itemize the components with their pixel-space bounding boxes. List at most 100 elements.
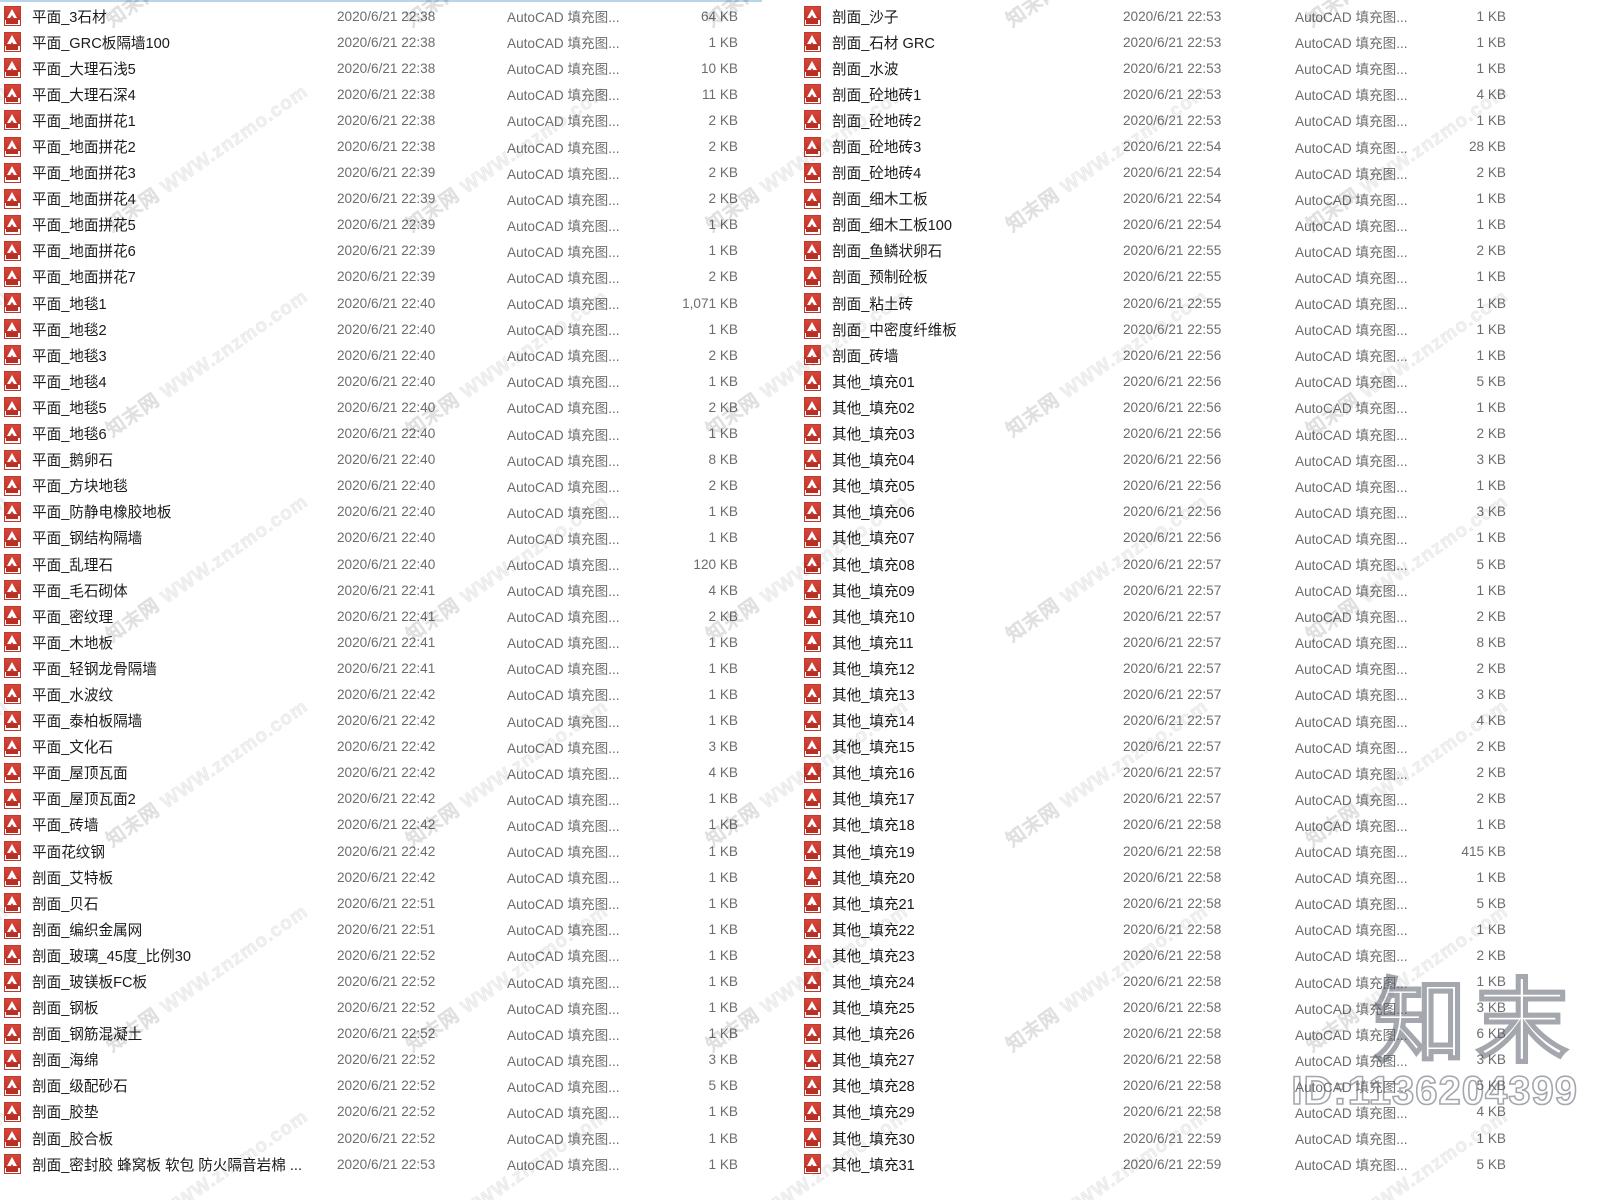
file-row[interactable]: 其他_填充09 2020/6/21 22:57 AutoCAD 填充图... 1 KB (800, 577, 1600, 603)
file-row[interactable]: 其他_填充05 2020/6/21 22:56 AutoCAD 填充图... 1 KB (800, 473, 1600, 499)
file-row[interactable]: 其他_填充08 2020/6/21 22:57 AutoCAD 填充图... 5 KB (800, 551, 1600, 577)
file-row[interactable]: 其他_填充18 2020/6/21 22:58 AutoCAD 填充图... 1 KB (800, 812, 1600, 838)
file-row[interactable]: 剖面_砼地砖3 2020/6/21 22:54 AutoCAD 填充图... 28 K… (800, 133, 1600, 159)
file-row[interactable]: 其他_填充21 2020/6/21 22:58 AutoCAD 填充图... 5 KB (800, 890, 1600, 916)
file-row[interactable]: 平面_木地板 2020/6/21 22:41 AutoCAD 填充图... 1 KB (0, 629, 762, 655)
file-date-cell: 2020/6/21 22:58 (1123, 817, 1222, 833)
file-row[interactable]: 平面_水波纹 2020/6/21 22:42 AutoCAD 填充图... 1 KB (0, 681, 762, 707)
file-row[interactable]: 其他_填充28 2020/6/21 22:58 AutoCAD 填充图... 5 KB (800, 1073, 1600, 1099)
file-row[interactable]: 平面_大理石深4 2020/6/21 22:38 AutoCAD 填充图... 11 … (0, 81, 762, 107)
file-row[interactable]: 剖面_石材 GRC 2020/6/21 22:53 AutoCAD 填充图... 1 … (800, 29, 1600, 55)
file-row[interactable]: 平面_防静电橡胶地板 2020/6/21 22:40 AutoCAD 填充图... 1… (0, 499, 762, 525)
file-row[interactable]: 平面花纹钢 2020/6/21 22:42 AutoCAD 填充图... 1 KB (0, 838, 762, 864)
file-row[interactable]: 其他_填充01 2020/6/21 22:56 AutoCAD 填充图... 5 KB (800, 368, 1600, 394)
file-row[interactable]: 平面_大理石浅5 2020/6/21 22:38 AutoCAD 填充图... 10 … (0, 55, 762, 81)
file-row[interactable]: 其他_填充07 2020/6/21 22:56 AutoCAD 填充图... 1 KB (800, 525, 1600, 551)
file-row[interactable]: 平面_GRC板隔墙100 2020/6/21 22:38 AutoCAD 填充图..… (0, 29, 762, 55)
file-name-cell: 平面_乱理石 (32, 557, 114, 574)
autocad-pat-file-icon (0, 397, 24, 418)
file-row[interactable]: 其他_填充19 2020/6/21 22:58 AutoCAD 填充图... 415 … (800, 838, 1600, 864)
file-row[interactable]: 平面_轻钢龙骨隔墙 2020/6/21 22:41 AutoCAD 填充图... 1 … (0, 655, 762, 681)
file-row[interactable]: 其他_填充30 2020/6/21 22:59 AutoCAD 填充图... 1 KB (800, 1125, 1600, 1151)
file-row[interactable]: 其他_填充12 2020/6/21 22:57 AutoCAD 填充图... 2 KB (800, 655, 1600, 681)
file-row[interactable]: 平面_地毯1 2020/6/21 22:40 AutoCAD 填充图... 1,071… (0, 290, 762, 316)
file-size-cell: 2 KB (708, 112, 738, 128)
file-date-cell: 2020/6/21 22:38 (337, 86, 436, 102)
file-row[interactable]: 平面_地毯5 2020/6/21 22:40 AutoCAD 填充图... 2 KB (0, 394, 762, 420)
file-row[interactable]: 剖面_级配砂石 2020/6/21 22:52 AutoCAD 填充图... 5 KB (0, 1073, 762, 1099)
file-row[interactable]: 剖面_中密度纤维板 2020/6/21 22:55 AutoCAD 填充图... 1 … (800, 316, 1600, 342)
file-row[interactable]: 平面_地面拼花4 2020/6/21 22:39 AutoCAD 填充图... 2 K… (0, 186, 762, 212)
file-row[interactable]: 剖面_玻镁板FC板 2020/6/21 22:52 AutoCAD 填充图... 1 … (0, 968, 762, 994)
file-row[interactable]: 平面_地面拼花2 2020/6/21 22:38 AutoCAD 填充图... 2 K… (0, 133, 762, 159)
file-row[interactable]: 其他_填充16 2020/6/21 22:57 AutoCAD 填充图... 2 KB (800, 760, 1600, 786)
file-row[interactable]: 其他_填充24 2020/6/21 22:58 AutoCAD 填充图... 1 KB (800, 968, 1600, 994)
file-row[interactable]: 其他_填充26 2020/6/21 22:58 AutoCAD 填充图... 6 KB (800, 1021, 1600, 1047)
file-row[interactable]: 剖面_细木工板 2020/6/21 22:54 AutoCAD 填充图... 1 KB (800, 186, 1600, 212)
file-row[interactable]: 平面_地面拼花1 2020/6/21 22:38 AutoCAD 填充图... 2 K… (0, 107, 762, 133)
file-row[interactable]: 平面_地面拼花5 2020/6/21 22:39 AutoCAD 填充图... 1 K… (0, 212, 762, 238)
file-size-cell: 1 KB (1476, 582, 1506, 598)
file-row[interactable]: 平面_砖墙 2020/6/21 22:42 AutoCAD 填充图... 1 KB (0, 812, 762, 838)
file-row[interactable]: 平面_方块地毯 2020/6/21 22:40 AutoCAD 填充图... 2 KB (0, 473, 762, 499)
file-row[interactable]: 其他_填充10 2020/6/21 22:57 AutoCAD 填充图... 2 KB (800, 603, 1600, 629)
file-row[interactable]: 其他_填充02 2020/6/21 22:56 AutoCAD 填充图... 1 KB (800, 394, 1600, 420)
file-row[interactable]: 平面_毛石砌体 2020/6/21 22:41 AutoCAD 填充图... 4 KB (0, 577, 762, 603)
file-row[interactable]: 其他_填充23 2020/6/21 22:58 AutoCAD 填充图... 2 KB (800, 942, 1600, 968)
file-row[interactable]: 平面_乱理石 2020/6/21 22:40 AutoCAD 填充图... 120 K… (0, 551, 762, 577)
file-row[interactable]: 平面_屋顶瓦面2 2020/6/21 22:42 AutoCAD 填充图... 1 K… (0, 786, 762, 812)
file-row[interactable]: 平面_密纹理 2020/6/21 22:41 AutoCAD 填充图... 2 KB (0, 603, 762, 629)
file-date-cell: 2020/6/21 22:52 (337, 974, 436, 990)
file-row[interactable]: 平面_屋顶瓦面 2020/6/21 22:42 AutoCAD 填充图... 4 KB (0, 760, 762, 786)
file-row[interactable]: 其他_填充20 2020/6/21 22:58 AutoCAD 填充图... 1 KB (800, 864, 1600, 890)
file-row[interactable]: 剖面_胶垫 2020/6/21 22:52 AutoCAD 填充图... 1 KB (0, 1099, 762, 1125)
autocad-pat-file-icon (800, 110, 824, 131)
file-row[interactable]: 平面_地面拼花7 2020/6/21 22:39 AutoCAD 填充图... 2 K… (0, 264, 762, 290)
file-row[interactable]: 剖面_密封胶 蜂窝板 软包 防火隔音岩棉 ... 2020/6/21 22:53 A… (0, 1151, 762, 1177)
file-row[interactable]: 剖面_细木工板100 2020/6/21 22:54 AutoCAD 填充图... 1… (800, 212, 1600, 238)
file-row[interactable]: 其他_填充17 2020/6/21 22:57 AutoCAD 填充图... 2 KB (800, 786, 1600, 812)
file-row[interactable]: 其他_填充25 2020/6/21 22:58 AutoCAD 填充图... 3 KB (800, 995, 1600, 1021)
file-row[interactable]: 其他_填充06 2020/6/21 22:56 AutoCAD 填充图... 3 KB (800, 499, 1600, 525)
file-row[interactable]: 剖面_砼地砖1 2020/6/21 22:53 AutoCAD 填充图... 4 KB (800, 81, 1600, 107)
file-row[interactable]: 剖面_预制砼板 2020/6/21 22:55 AutoCAD 填充图... 1 KB (800, 264, 1600, 290)
file-row[interactable]: 其他_填充11 2020/6/21 22:57 AutoCAD 填充图... 8 KB (800, 629, 1600, 655)
file-row[interactable]: 剖面_钢筋混凝土 2020/6/21 22:52 AutoCAD 填充图... 1 K… (0, 1021, 762, 1047)
file-row[interactable]: 剖面_水波 2020/6/21 22:53 AutoCAD 填充图... 1 KB (800, 55, 1600, 81)
file-row[interactable]: 平面_泰柏板隔墙 2020/6/21 22:42 AutoCAD 填充图... 1 K… (0, 708, 762, 734)
file-row[interactable]: 剖面_编织金属网 2020/6/21 22:51 AutoCAD 填充图... 1 K… (0, 916, 762, 942)
file-row[interactable]: 剖面_沙子 2020/6/21 22:53 AutoCAD 填充图... 1 KB (800, 3, 1600, 29)
file-row[interactable]: 剖面_玻璃_45度_比例30 2020/6/21 22:52 AutoCAD 填充图… (0, 942, 762, 968)
file-row[interactable]: 剖面_海绵 2020/6/21 22:52 AutoCAD 填充图... 3 KB (0, 1047, 762, 1073)
file-row[interactable]: 剖面_砼地砖4 2020/6/21 22:54 AutoCAD 填充图... 2 KB (800, 160, 1600, 186)
file-row[interactable]: 其他_填充13 2020/6/21 22:57 AutoCAD 填充图... 3 KB (800, 681, 1600, 707)
file-row[interactable]: 其他_填充04 2020/6/21 22:56 AutoCAD 填充图... 3 KB (800, 447, 1600, 473)
file-row[interactable]: 剖面_贝石 2020/6/21 22:51 AutoCAD 填充图... 1 KB (0, 890, 762, 916)
file-row[interactable]: 平面_钢结构隔墙 2020/6/21 22:40 AutoCAD 填充图... 1 K… (0, 525, 762, 551)
file-date-cell: 2020/6/21 22:54 (1123, 217, 1222, 233)
file-row[interactable]: 剖面_砼地砖2 2020/6/21 22:53 AutoCAD 填充图... 1 KB (800, 107, 1600, 133)
file-row[interactable]: 剖面_胶合板 2020/6/21 22:52 AutoCAD 填充图... 1 KB (0, 1125, 762, 1151)
file-row[interactable]: 剖面_粘土砖 2020/6/21 22:55 AutoCAD 填充图... 1 KB (800, 290, 1600, 316)
file-row[interactable]: 其他_填充03 2020/6/21 22:56 AutoCAD 填充图... 2 KB (800, 421, 1600, 447)
file-row[interactable]: 其他_填充15 2020/6/21 22:57 AutoCAD 填充图... 2 KB (800, 734, 1600, 760)
file-row[interactable]: 平面_3石材 2020/6/21 22:38 AutoCAD 填充图... 64 KB (0, 3, 762, 29)
file-row[interactable]: 平面_地面拼花6 2020/6/21 22:39 AutoCAD 填充图... 1 K… (0, 238, 762, 264)
file-row[interactable]: 平面_地毯6 2020/6/21 22:40 AutoCAD 填充图... 1 KB (0, 421, 762, 447)
file-row[interactable]: 平面_地毯2 2020/6/21 22:40 AutoCAD 填充图... 1 KB (0, 316, 762, 342)
file-row[interactable]: 平面_文化石 2020/6/21 22:42 AutoCAD 填充图... 3 KB (0, 734, 762, 760)
file-row[interactable]: 剖面_艾特板 2020/6/21 22:42 AutoCAD 填充图... 1 KB (0, 864, 762, 890)
file-row[interactable]: 平面_鹅卵石 2020/6/21 22:40 AutoCAD 填充图... 8 KB (0, 447, 762, 473)
file-row[interactable]: 平面_地毯3 2020/6/21 22:40 AutoCAD 填充图... 2 KB (0, 342, 762, 368)
file-row[interactable]: 剖面_砖墙 2020/6/21 22:56 AutoCAD 填充图... 1 KB (800, 342, 1600, 368)
file-row[interactable]: 剖面_钢板 2020/6/21 22:52 AutoCAD 填充图... 1 KB (0, 995, 762, 1021)
file-row[interactable]: 剖面_鱼鳞状卵石 2020/6/21 22:55 AutoCAD 填充图... 2 K… (800, 238, 1600, 264)
file-row[interactable]: 其他_填充22 2020/6/21 22:58 AutoCAD 填充图... 1 KB (800, 916, 1600, 942)
file-row[interactable]: 其他_填充31 2020/6/21 22:59 AutoCAD 填充图... 5 KB (800, 1151, 1600, 1177)
autocad-pat-file-icon (800, 632, 824, 653)
file-row[interactable]: 其他_填充14 2020/6/21 22:57 AutoCAD 填充图... 4 KB (800, 708, 1600, 734)
file-row[interactable]: 平面_地面拼花3 2020/6/21 22:39 AutoCAD 填充图... 2 K… (0, 160, 762, 186)
file-row[interactable]: 平面_地毯4 2020/6/21 22:40 AutoCAD 填充图... 1 KB (0, 368, 762, 394)
file-row[interactable]: 其他_填充29 2020/6/21 22:58 AutoCAD 填充图... 4 KB (800, 1099, 1600, 1125)
file-row[interactable]: 其他_填充27 2020/6/21 22:58 AutoCAD 填充图... 3 KB (800, 1047, 1600, 1073)
